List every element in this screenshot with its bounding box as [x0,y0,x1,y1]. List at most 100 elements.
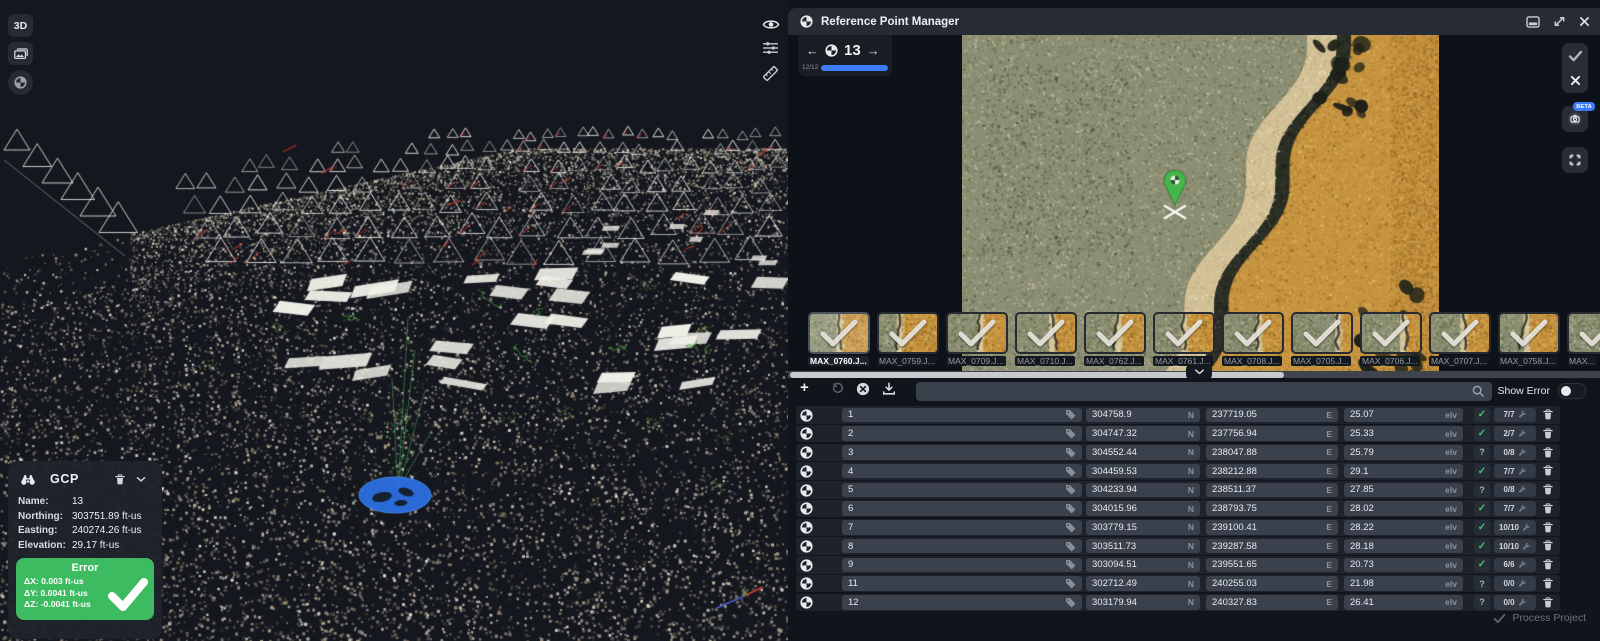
image-thumbnail[interactable]: MAX_0758.J... [1498,312,1560,366]
elevation-field[interactable]: 28.18 elv [1344,538,1463,554]
elevation-field[interactable]: 25.79 elv [1344,445,1463,460]
image-count-pill[interactable]: 0/0 [1494,595,1536,610]
table-row[interactable]: 2 304747.32 N 237756.94 E 25.33 elv ✓ 2/… [796,424,1560,443]
next-point-button[interactable]: → [867,44,880,57]
wrench-icon[interactable] [1518,560,1527,569]
image-thumbnail[interactable]: MAX_0710.J... [1015,312,1077,366]
image-count-pill[interactable]: 2/7 [1494,426,1536,441]
image-count-pill[interactable]: 0/8 [1494,445,1536,460]
table-row[interactable]: 12 303179.94 N 240327.83 E 26.41 elv ? 0… [796,593,1560,611]
table-row[interactable]: 7 303779.15 N 239100.41 E 28.22 elv ✓ 10… [796,518,1560,536]
prev-point-button[interactable]: ← [806,44,819,57]
image-thumbnail[interactable]: MAX_0761.J... [1153,312,1215,366]
delete-point-button[interactable] [1542,539,1554,552]
tag-icon[interactable] [1065,428,1076,439]
measure-ruler-icon[interactable] [762,65,779,82]
delete-point-button[interactable] [1542,521,1554,534]
table-row[interactable]: 9 303094.51 N 239551.65 E 20.73 elv ✓ 6/… [796,556,1560,574]
point-name-field[interactable]: 3 [842,445,1082,460]
northing-field[interactable]: 303511.73 N [1086,538,1200,554]
easting-field[interactable]: 240255.03 E [1206,576,1338,591]
auto-detect-beta-button[interactable]: BETA [1562,102,1595,132]
caret-down-icon[interactable] [136,476,146,483]
easting-field[interactable]: 239551.65 E [1206,557,1338,572]
image-count-pill[interactable]: 7/7 [1494,407,1536,422]
tag-icon[interactable] [1065,522,1076,533]
image-thumbnail[interactable]: MAX_0708.J... [1222,312,1284,366]
wrench-icon[interactable] [1518,598,1527,607]
image-thumbnail[interactable]: MAX_0762.J... [1084,312,1146,366]
easting-field[interactable]: 240327.83 E [1206,595,1338,610]
wrench-icon[interactable] [1518,485,1527,494]
northing-field[interactable]: 304233.94 N [1086,482,1200,497]
delete-point-button[interactable] [1542,558,1554,571]
northing-field[interactable]: 304459.53 N [1086,463,1200,479]
easting-field[interactable]: 238212.88 E [1206,463,1338,479]
northing-field[interactable]: 302712.49 N [1086,576,1200,591]
image-thumbnail[interactable]: MAX_0709.J... [946,312,1008,366]
easting-field[interactable]: 238793.75 E [1206,501,1338,516]
wrench-icon[interactable] [1518,429,1527,438]
show-error-toggle[interactable] [1558,383,1586,399]
image-thumbnail[interactable]: MAX... [1567,312,1600,366]
gcp-view-button[interactable] [8,70,33,95]
northing-field[interactable]: 304758.9 N [1086,407,1200,422]
image-count-pill[interactable]: 7/7 [1494,463,1536,479]
tag-icon[interactable] [1065,597,1076,608]
image-count-pill[interactable]: 10/10 [1494,520,1536,535]
undo-button[interactable] [830,382,844,396]
image-thumbnail[interactable]: MAX_0706.J... [1360,312,1422,366]
table-row[interactable]: 1 304758.9 N 237719.05 E 25.07 elv ✓ 7/7 [796,406,1560,424]
point-name-field[interactable]: 2 [842,426,1082,441]
delete-point-button[interactable] [1542,577,1554,590]
northing-field[interactable]: 304015.96 N [1086,501,1200,516]
delete-point-button[interactable] [1542,446,1554,459]
elevation-field[interactable]: 25.07 elv [1344,407,1463,422]
point-name-field[interactable]: 4 [842,463,1082,479]
northing-field[interactable]: 303094.51 N [1086,557,1200,572]
point-name-field[interactable]: 5 [842,482,1082,497]
point-cloud-viewport[interactable]: 3D GCP Name: 13 Northing: 303751.89 ft-u… [0,0,788,641]
elevation-field[interactable]: 28.02 elv [1344,501,1463,516]
point-name-field[interactable]: 6 [842,501,1082,516]
wrench-icon[interactable] [1518,410,1527,419]
binoculars-icon[interactable] [20,473,36,486]
easting-field[interactable]: 239287.58 E [1206,538,1338,554]
tag-icon[interactable] [1065,559,1076,570]
point-name-field[interactable]: 8 [842,538,1082,554]
northing-field[interactable]: 304747.32 N [1086,426,1200,441]
easting-field[interactable]: 237719.05 E [1206,407,1338,422]
wrench-icon[interactable] [1522,542,1531,551]
visibility-eye-icon[interactable] [762,18,780,31]
delete-point-button[interactable] [1542,408,1554,421]
fullscreen-button[interactable] [1562,147,1588,173]
confirm-tag-button[interactable] [1562,43,1588,68]
delete-point-button[interactable] [1542,502,1554,515]
image-thumbnail[interactable]: MAX_0760.J... [808,312,870,366]
filter-sliders-icon[interactable] [762,41,779,55]
delete-point-button[interactable] [1542,464,1554,477]
close-panel-icon[interactable] [1579,16,1590,27]
wrench-icon[interactable] [1518,467,1527,476]
export-download-button[interactable] [882,382,896,396]
add-point-button[interactable]: + [800,379,809,396]
wrench-icon[interactable] [1522,523,1531,532]
tag-icon[interactable] [1065,503,1076,514]
image-count-pill[interactable]: 0/0 [1494,576,1536,591]
easting-field[interactable]: 239100.41 E [1206,520,1338,535]
image-thumbnail[interactable]: MAX_0707.J... [1429,312,1491,366]
delete-point-button[interactable] [1542,483,1554,496]
elevation-field[interactable]: 27.85 elv [1344,482,1463,497]
northing-field[interactable]: 304552.44 N [1086,445,1200,460]
point-name-field[interactable]: 9 [842,557,1082,572]
table-row[interactable]: 4 304459.53 N 238212.88 E 29.1 elv ✓ 7/7 [796,462,1560,480]
image-thumbnail[interactable]: MAX_0759.J... [877,312,939,366]
elevation-field[interactable]: 26.41 elv [1344,595,1463,610]
panel-header[interactable]: Reference Point Manager [788,8,1600,35]
table-row[interactable]: 11 302712.49 N 240255.03 E 21.98 elv ? 0… [796,574,1560,593]
table-row[interactable]: 8 303511.73 N 239287.58 E 28.18 elv ✓ 10… [796,537,1560,555]
image-count-pill[interactable]: 6/6 [1494,557,1536,572]
tag-icon[interactable] [1065,409,1076,420]
delete-gcp-button[interactable] [114,473,126,486]
easting-field[interactable]: 237756.94 E [1206,426,1338,441]
